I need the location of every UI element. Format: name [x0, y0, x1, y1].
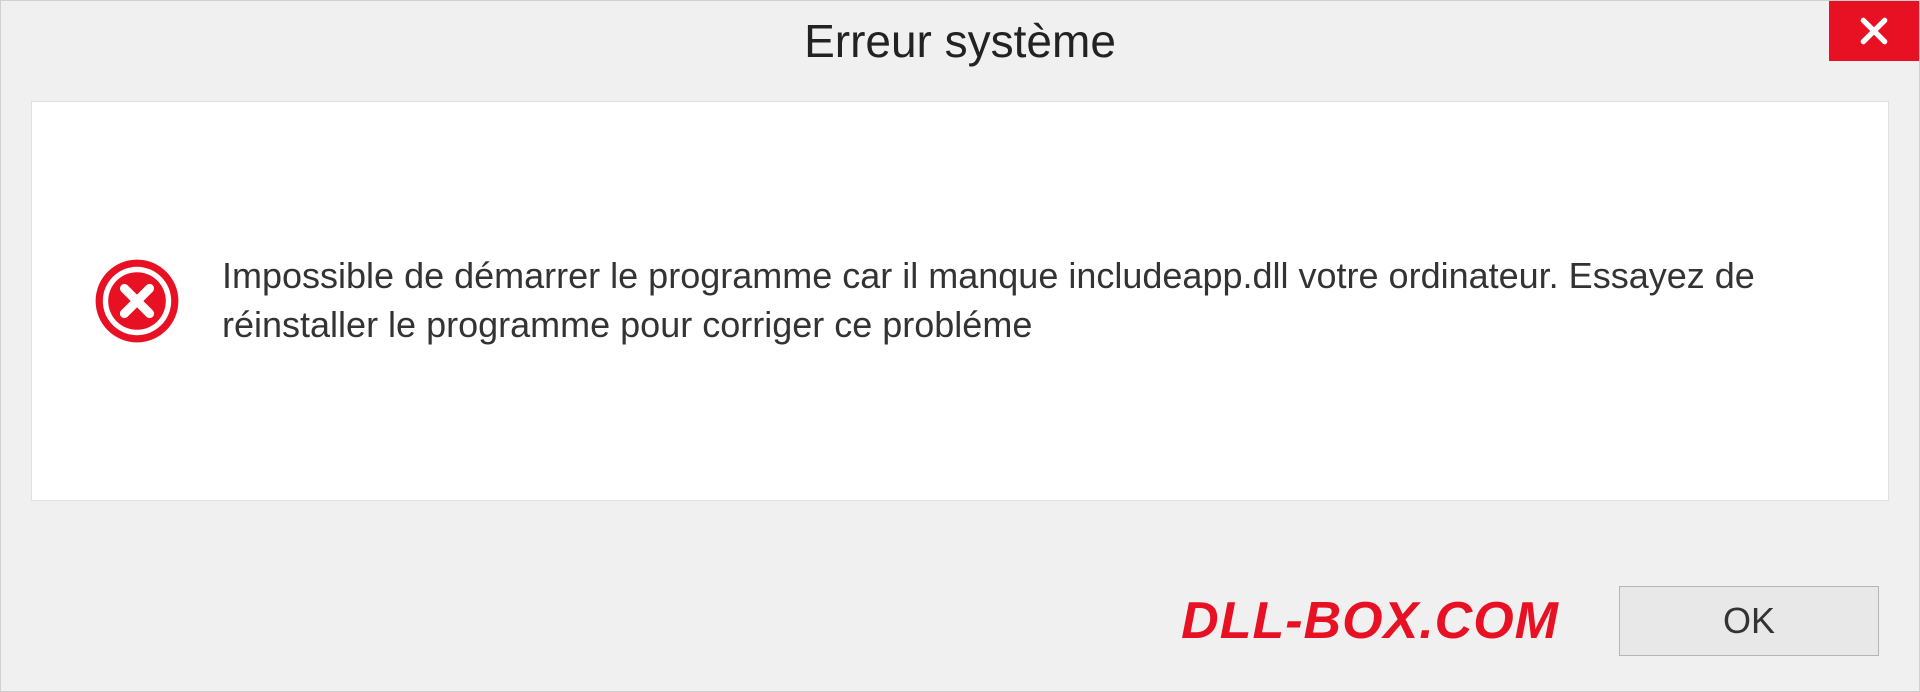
- titlebar: Erreur système: [1, 1, 1919, 81]
- close-icon: [1858, 15, 1890, 47]
- ok-button[interactable]: OK: [1619, 586, 1879, 656]
- watermark-text: DLL-BOX.COM: [1181, 591, 1559, 651]
- dialog-footer: DLL-BOX.COM OK: [1, 551, 1919, 691]
- error-dialog: Erreur système Impossible de démarrer le…: [0, 0, 1920, 692]
- dialog-title: Erreur système: [804, 14, 1116, 68]
- error-message: Impossible de démarrer le programme car …: [222, 252, 1828, 349]
- content-panel: Impossible de démarrer le programme car …: [31, 101, 1889, 501]
- error-icon: [92, 256, 182, 346]
- close-button[interactable]: [1829, 1, 1919, 61]
